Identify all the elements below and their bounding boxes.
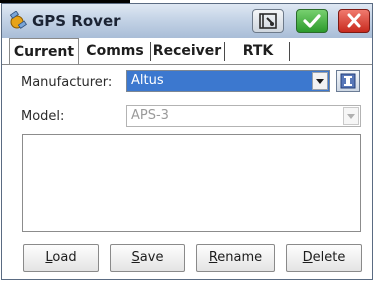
rename-button[interactable]: Rename: [196, 244, 275, 272]
manufacturer-info-button[interactable]: [336, 70, 360, 92]
model-label: Model:: [21, 109, 65, 124]
load-button[interactable]: Load: [23, 244, 99, 272]
close-icon: [347, 13, 361, 28]
details-listbox[interactable]: [22, 134, 361, 232]
rename-button-accelerator: R: [208, 250, 218, 265]
save-button-label-rest: ave: [139, 250, 164, 265]
manufacturer-label: Manufacturer:: [21, 75, 113, 90]
tab-receiver[interactable]: Receiver: [152, 39, 222, 63]
checkmark-icon: [303, 14, 321, 28]
close-button[interactable]: [338, 9, 370, 33]
title-bar: GPS Rover: [2, 4, 372, 38]
tool-button[interactable]: [252, 9, 284, 33]
chevron-down-icon: [347, 114, 355, 119]
tab-comms[interactable]: Comms: [82, 39, 148, 63]
delete-button-label-rest: elete: [312, 250, 346, 265]
tab-rtk[interactable]: RTK: [230, 39, 286, 63]
manufacturer-value: Altus: [131, 73, 164, 88]
model-select[interactable]: APS-3: [126, 105, 361, 127]
tab-separator: [224, 42, 225, 61]
tab-bar: Current Comms Receiver RTK: [2, 38, 372, 65]
tool-icon: [259, 13, 277, 29]
save-button[interactable]: Save: [110, 244, 185, 272]
tab-current[interactable]: Current: [9, 38, 79, 65]
model-value: APS-3: [131, 108, 169, 123]
manufacturer-dropdown-button[interactable]: [312, 72, 328, 90]
tab-underline: [2, 64, 372, 65]
load-button-label-rest: oad: [52, 250, 77, 265]
save-button-accelerator: S: [131, 250, 140, 265]
manufacturer-select[interactable]: Altus: [126, 70, 330, 92]
rename-button-label-rest: ename: [217, 250, 263, 265]
ok-button[interactable]: [296, 9, 328, 33]
window-title: GPS Rover: [32, 12, 121, 30]
info-icon: [340, 73, 356, 89]
model-dropdown-button[interactable]: [343, 107, 359, 125]
satellite-icon: [9, 11, 27, 29]
tab-separator: [289, 42, 290, 61]
chevron-down-icon: [316, 79, 324, 84]
delete-button-accelerator: D: [302, 250, 313, 265]
gps-rover-window: GPS Rover Current Comms Receiver RTK Man…: [1, 3, 373, 280]
delete-button[interactable]: Delete: [286, 244, 362, 272]
tab-separator: [150, 42, 151, 61]
